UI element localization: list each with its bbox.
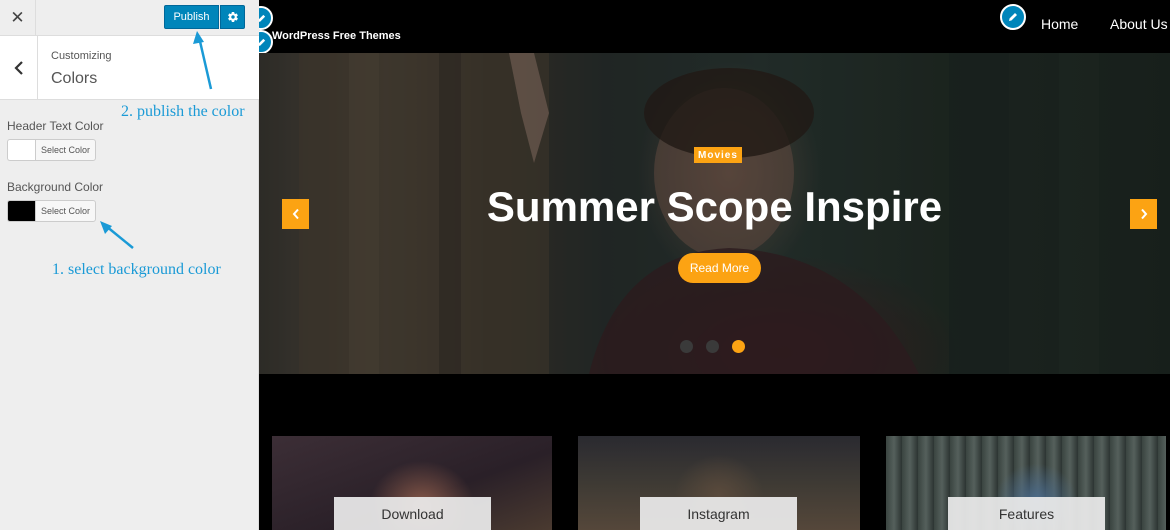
slider-next-button[interactable]	[1130, 199, 1157, 229]
site-title[interactable]: WordPress Free Themes	[272, 30, 401, 42]
chevron-left-icon	[292, 208, 299, 220]
slider-dot-2[interactable]	[706, 340, 719, 353]
hero-slider: Movies Summer Scope Inspire Read More	[259, 53, 1170, 374]
chevron-right-icon	[1140, 208, 1147, 220]
pencil-icon	[1009, 13, 1017, 21]
edit-shortcut-menu[interactable]	[1000, 4, 1026, 30]
slide-heading: Summer Scope Inspire	[486, 183, 943, 230]
card-label-features[interactable]: Features	[948, 497, 1105, 530]
arrow-to-publish	[193, 31, 213, 90]
pencil-icon	[259, 38, 265, 46]
slider-prev-button[interactable]	[282, 199, 309, 229]
pencil-icon	[259, 14, 265, 22]
edit-shortcut-logo[interactable]	[259, 6, 273, 30]
slide-category-tag[interactable]: Movies	[694, 147, 742, 163]
nav-about-us[interactable]: About Us	[1110, 16, 1168, 32]
slider-dot-3[interactable]	[732, 340, 745, 353]
card-label-download[interactable]: Download	[334, 497, 491, 530]
feature-card-features[interactable]: Features	[886, 436, 1166, 530]
read-more-button[interactable]: Read More	[678, 253, 761, 283]
screen: ✕ Publish Customizing Colors Header Text…	[0, 0, 1170, 530]
slider-dot-1[interactable]	[680, 340, 693, 353]
arrow-to-select-color	[100, 221, 134, 249]
feature-card-download[interactable]: Download	[272, 436, 552, 530]
site-preview: WordPress Free Themes Home About Us Movi…	[259, 0, 1170, 530]
nav-home[interactable]: Home	[1041, 16, 1078, 32]
edit-shortcut-title[interactable]	[259, 30, 273, 54]
feature-card-instagram[interactable]: Instagram	[578, 436, 860, 530]
card-label-instagram[interactable]: Instagram	[640, 497, 797, 530]
